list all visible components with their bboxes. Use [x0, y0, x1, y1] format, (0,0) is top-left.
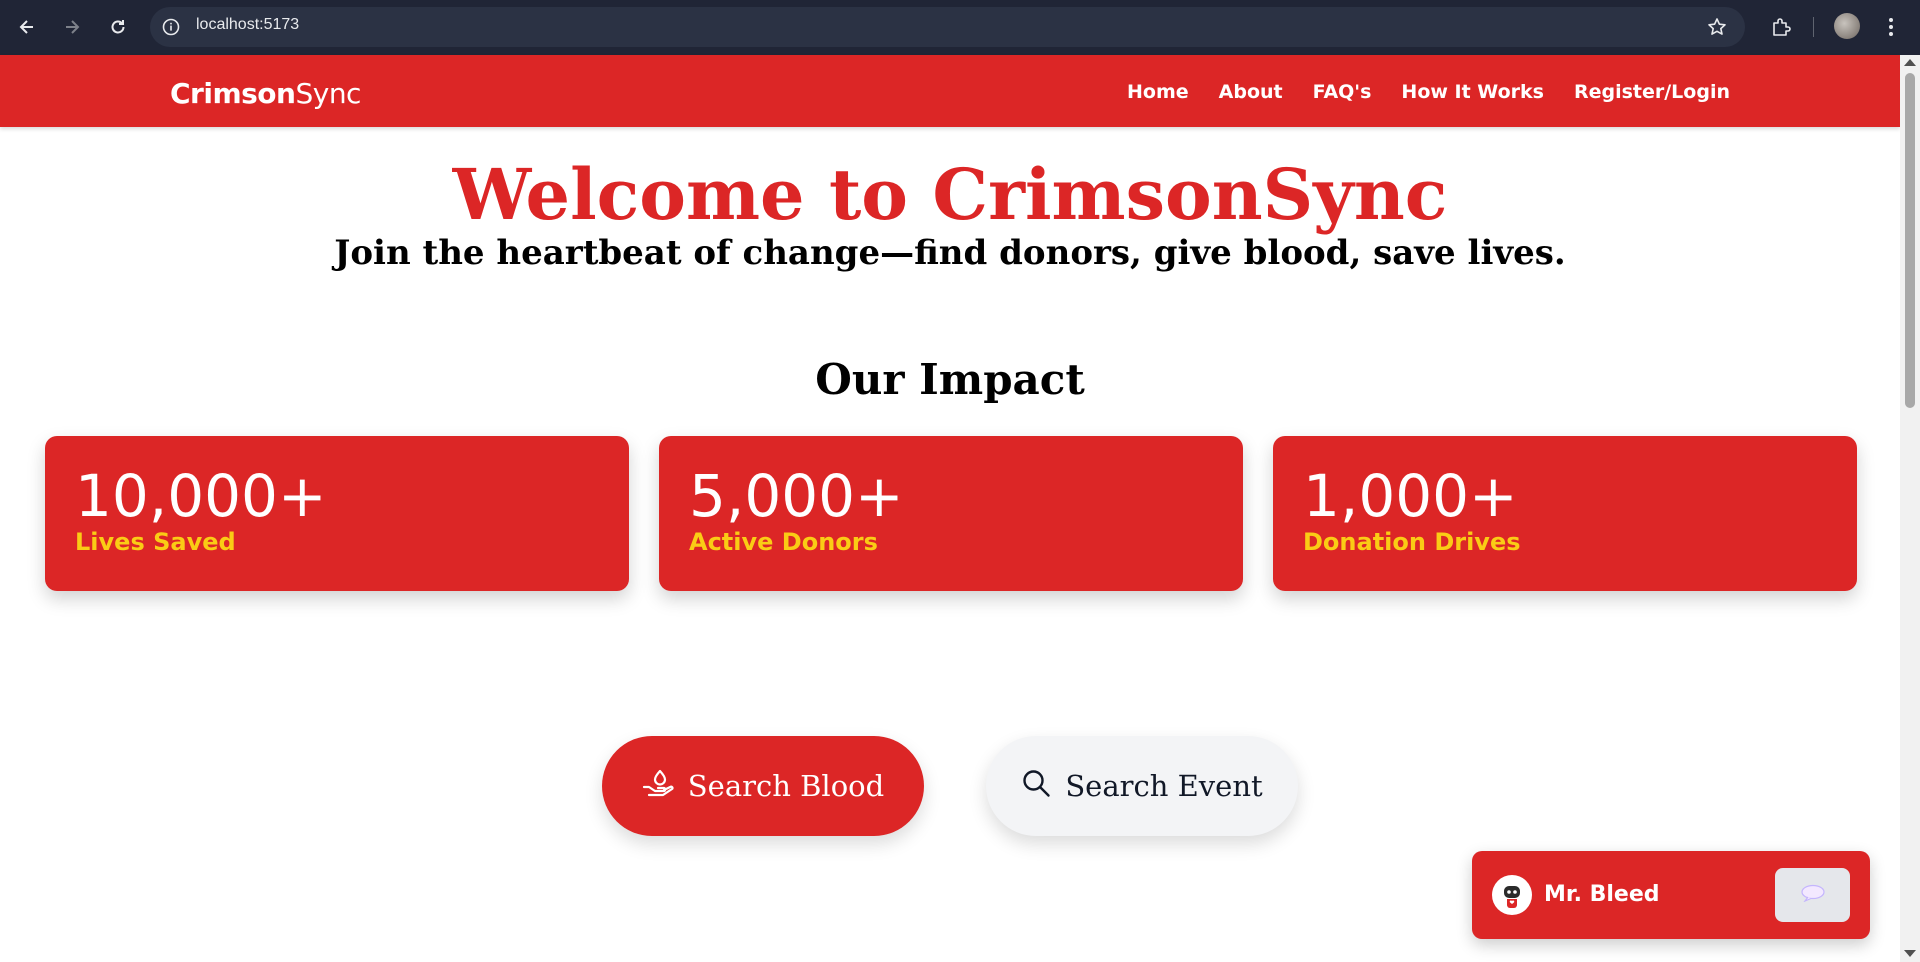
scroll-down-arrow[interactable] — [1904, 950, 1916, 957]
chat-toggle-button[interactable] — [1775, 868, 1850, 922]
stat-label: Donation Drives — [1303, 528, 1521, 556]
browser-toolbar: localhost:5173 — [0, 0, 1920, 55]
stat-label: Lives Saved — [75, 528, 236, 556]
stat-label: Active Donors — [689, 528, 878, 556]
brand-bold: Crimson — [170, 77, 296, 110]
nav-faqs[interactable]: FAQ's — [1313, 81, 1372, 103]
stat-value: 1,000+ — [1303, 462, 1518, 530]
extensions-icon[interactable] — [1769, 15, 1793, 39]
stat-value: 5,000+ — [689, 462, 904, 530]
site-info-icon[interactable] — [161, 17, 181, 37]
nav-about[interactable]: About — [1219, 81, 1283, 103]
url-text[interactable]: localhost:5173 — [196, 16, 299, 34]
nav-home[interactable]: Home — [1127, 81, 1189, 103]
impact-title: Our Impact — [815, 355, 1085, 404]
profile-avatar[interactable] — [1834, 13, 1860, 39]
brand-logo[interactable]: CrimsonSync — [170, 77, 361, 110]
robot-avatar-icon — [1492, 875, 1532, 915]
search-blood-button[interactable]: Search Blood — [602, 736, 924, 836]
scroll-up-arrow[interactable] — [1904, 59, 1916, 66]
hero-title: Welcome to CrimsonSync — [452, 153, 1448, 236]
stat-card-donation-drives: 1,000+ Donation Drives — [1273, 436, 1857, 591]
forward-icon[interactable] — [57, 12, 87, 42]
search-event-label: Search Event — [1065, 769, 1263, 803]
nav-links: Home About FAQ's How It Works Register/L… — [1127, 81, 1730, 103]
search-event-button[interactable]: Search Event — [986, 736, 1298, 836]
address-bar[interactable] — [150, 7, 1745, 47]
search-blood-label: Search Blood — [687, 769, 885, 803]
brand-light: Sync — [295, 77, 361, 110]
stat-card-active-donors: 5,000+ Active Donors — [659, 436, 1243, 591]
page-scrollbar[interactable] — [1900, 55, 1920, 962]
stat-card-lives-saved: 10,000+ Lives Saved — [45, 436, 629, 591]
reload-icon[interactable] — [103, 12, 133, 42]
hero-subtitle: Join the heartbeat of change—find donors… — [334, 233, 1566, 273]
site-navbar: CrimsonSync Home About FAQ's How It Work… — [0, 55, 1900, 127]
nav-how-it-works[interactable]: How It Works — [1401, 81, 1544, 103]
search-icon — [1021, 768, 1051, 805]
chat-bubble-icon — [1800, 884, 1826, 906]
chat-widget[interactable]: Mr. Bleed — [1472, 851, 1870, 939]
toolbar-divider — [1813, 17, 1814, 37]
hand-drop-icon — [642, 768, 674, 805]
stat-value: 10,000+ — [75, 462, 327, 530]
back-icon[interactable] — [12, 12, 42, 42]
scroll-thumb[interactable] — [1905, 73, 1915, 408]
chat-name: Mr. Bleed — [1544, 882, 1660, 907]
menu-icon[interactable] — [1881, 15, 1901, 39]
nav-register-login[interactable]: Register/Login — [1574, 81, 1730, 103]
star-icon[interactable] — [1706, 16, 1728, 38]
